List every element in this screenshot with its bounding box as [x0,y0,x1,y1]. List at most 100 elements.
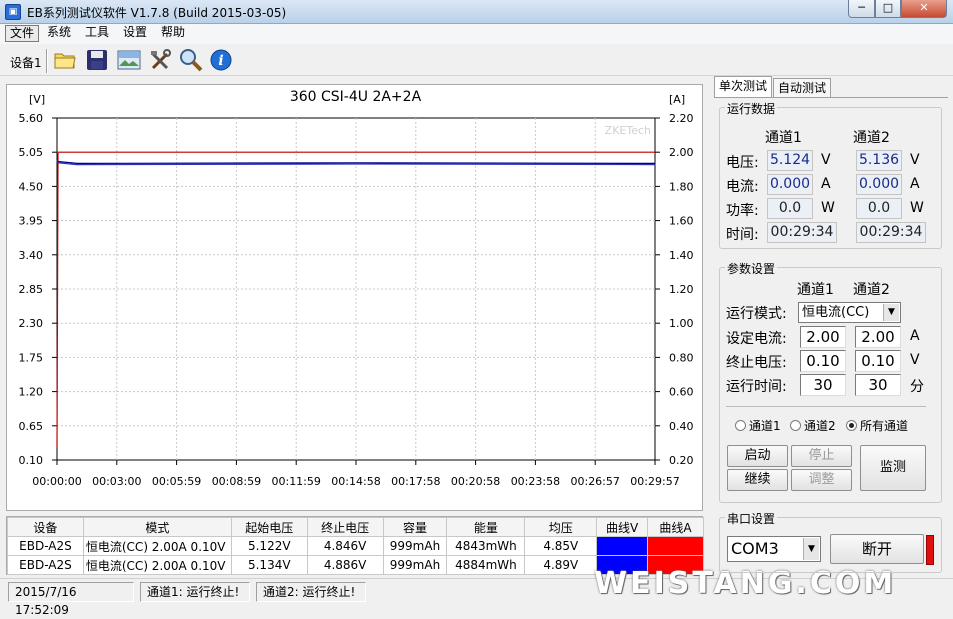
disconnect-button[interactable]: 断开 [830,534,924,564]
toolbar-separator [46,49,48,73]
x-tick-label: 00:20:58 [451,475,500,488]
cell-end-voltage: 4.846V [306,536,384,556]
ch1-current-value: 0.000 [767,174,813,195]
col-header-end-voltage: 终止电压 [306,517,384,537]
menu-settings[interactable]: 设置 [119,25,151,42]
radio-dot-selected [846,420,857,431]
cutoff-voltage-label: 终止电压: [726,355,787,371]
chart-panel: 00:00:00 00:03:00 00:05:59 00:08:59 00:11:59… [6,84,703,511]
device-label[interactable]: 设备1 [10,54,42,71]
image-icon[interactable] [116,47,142,73]
cell-avg-voltage: 4.89V [524,555,598,575]
chart-title: 360 CSI-4U 2A+2A [289,89,422,105]
y-left-tick-label: 4.50 [19,180,44,193]
ch2-run-time-input[interactable]: 30 [855,374,901,396]
y-right-tick-label: 2.20 [669,112,694,125]
zoom-icon[interactable] [178,47,204,73]
ch1-power-value: 0.0 [767,198,813,219]
time-label: 时间: [726,227,759,243]
continue-button[interactable]: 继续 [727,469,788,491]
status-channel1: 通道1: 运行终止! [140,582,250,602]
current-label: 电流: [726,179,759,195]
radio-channel1[interactable]: 通道1 [735,417,781,434]
y-right-tick-label: 0.20 [669,454,694,467]
radio-channel2-label: 通道2 [804,419,836,433]
window-title: EB系列测试仪软件 V1.7.8 (Build 2015-03-05) [27,6,287,20]
cell-energy: 4884mWh [446,555,526,575]
ch1-time-value: 00:29:34 [767,222,837,243]
y-right-tick-label: 0.40 [669,420,694,433]
current-unit-ch1: A [821,176,831,192]
cell-capacity: 999mAh [382,536,448,556]
curve-v-color-swatch[interactable] [596,536,649,556]
x-tick-label: 00:23:58 [511,475,560,488]
adjust-button[interactable]: 调整 [791,469,852,491]
tab-divider [714,97,948,98]
table-row[interactable]: EBD-A2S 恒电流(CC) 2.00A 0.10V 5.122V 4.846… [7,536,704,556]
ch2-cutoff-voltage-input[interactable]: 0.10 [855,350,901,372]
y-left-tick-label: 2.85 [19,283,44,296]
run-data-ch1-header: 通道1 [765,130,802,146]
col-header-avg-voltage: 均压 [524,517,598,537]
y-left-tick-label: 3.95 [19,215,44,228]
cell-end-voltage: 4.886V [306,555,384,575]
run-data-ch2-header: 通道2 [853,130,890,146]
set-current-unit: A [910,328,920,344]
ch2-time-value: 00:29:34 [856,222,926,243]
col-header-energy: 能量 [446,517,526,537]
save-disk-icon[interactable] [84,47,110,73]
x-tick-label: 00:29:57 [630,475,679,488]
col-header-mode: 模式 [82,517,232,537]
x-tick-label: 00:14:58 [331,475,380,488]
y-right-tick-label: 1.80 [669,180,694,193]
svg-text:i: i [218,53,223,69]
radio-all-label: 所有通道 [860,419,909,433]
toolbar [0,44,953,76]
radio-dot [790,420,801,431]
close-button[interactable]: ✕ [901,0,947,18]
menu-help[interactable]: 帮助 [157,25,189,42]
ch2-set-current-input[interactable]: 2.00 [855,326,901,348]
curve-a-color-swatch[interactable] [647,536,704,556]
menu-system[interactable]: 系统 [43,25,75,42]
right-axis-unit: [A] [669,93,686,106]
tab-single-test[interactable]: 单次测试 [714,76,773,98]
y-left-tick-label: 1.20 [19,386,44,399]
cell-device: EBD-A2S [7,555,84,575]
run-data-title: 运行数据 [725,100,778,117]
ch1-set-current-input[interactable]: 2.00 [800,326,846,348]
mode-select[interactable]: 恒电流(CC) ▼ [798,302,901,323]
tools-icon[interactable] [148,47,174,73]
tab-auto-test[interactable]: 自动测试 [773,78,832,98]
stop-button[interactable]: 停止 [791,445,852,467]
info-icon[interactable]: i [208,47,234,73]
maximize-button[interactable]: □ [875,0,901,18]
y-right-tick-label: 1.00 [669,317,694,330]
power-label: 功率: [726,203,759,219]
y-right-tick-label: 1.40 [669,249,694,262]
y-right-tick-label: 0.80 [669,351,694,364]
y-left-tick-label: 3.40 [19,249,44,262]
col-header-start-voltage: 起始电压 [230,517,308,537]
params-ch2-header: 通道2 [853,282,890,298]
minimize-button[interactable]: ─ [848,0,875,18]
open-folder-icon[interactable] [52,47,78,73]
radio-channel2[interactable]: 通道2 [790,417,836,434]
col-header-curve-v: 曲线V [596,517,649,537]
mode-label: 运行模式: [726,306,787,322]
x-tick-label: 00:17:58 [391,475,440,488]
cell-mode: 恒电流(CC) 2.00A 0.10V [82,536,232,556]
radio-all-channels[interactable]: 所有通道 [846,417,908,434]
ch1-cutoff-voltage-input[interactable]: 0.10 [800,350,846,372]
params-ch1-header: 通道1 [797,282,834,298]
ch1-run-time-input[interactable]: 30 [800,374,846,396]
monitor-button[interactable]: 监测 [860,445,926,491]
start-button[interactable]: 启动 [727,445,788,467]
set-current-label: 设定电流: [726,331,787,347]
menu-tools[interactable]: 工具 [81,25,113,42]
menu-file[interactable]: 文件 [5,25,40,42]
com-port-select[interactable]: COM3 ▼ [727,536,821,562]
app-icon: ▣ [5,4,21,20]
power-unit-ch2: W [910,200,924,216]
col-header-curve-a: 曲线A [647,517,704,537]
